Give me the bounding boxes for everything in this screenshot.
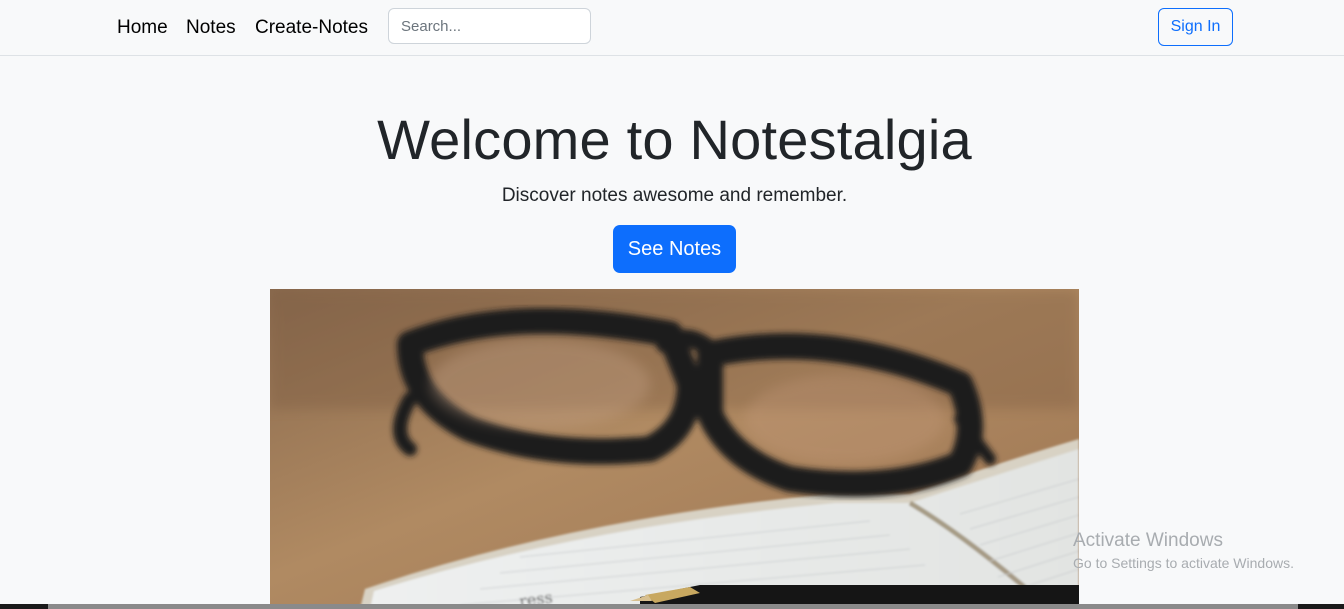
glasses-notebook-photo: ress [270, 289, 1079, 609]
nav-link-home[interactable]: Home [117, 15, 168, 41]
navbar: Home Notes Create-Notes Sign In [0, 0, 1344, 56]
activate-windows-watermark: Activate Windows Go to Settings to activ… [1073, 530, 1294, 572]
scrollbar-thumb[interactable] [48, 604, 1298, 609]
hero-title: Welcome to Notestalgia [377, 108, 972, 171]
see-notes-button[interactable]: See Notes [613, 225, 736, 273]
nav-link-create-notes[interactable]: Create-Notes [255, 15, 368, 41]
search-input[interactable] [388, 8, 591, 44]
nav-link-notes[interactable]: Notes [186, 15, 236, 41]
horizontal-scrollbar[interactable] [0, 604, 1344, 609]
hero-subtitle: Discover notes awesome and remember. [501, 185, 848, 206]
hero-image: ress [270, 289, 1079, 609]
sign-in-button[interactable]: Sign In [1158, 8, 1233, 46]
watermark-title: Activate Windows [1073, 530, 1223, 551]
watermark-subtitle: Go to Settings to activate Windows. [1073, 555, 1294, 571]
